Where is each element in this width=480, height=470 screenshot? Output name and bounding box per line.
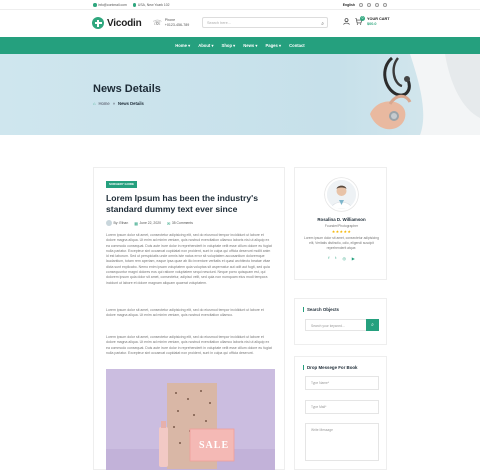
name-field-placeholder: Type Name* (311, 381, 330, 385)
top-bar-email[interactable]: info@contmail.com (93, 3, 127, 7)
author-avatar (325, 178, 358, 211)
top-bar-right: English (343, 2, 387, 7)
article-category-tag[interactable]: SURGERY GUIDE (106, 181, 138, 188)
article-date: ▦ June 22, 2020 (134, 221, 161, 226)
user-icon[interactable] (343, 18, 350, 27)
facebook-icon[interactable] (359, 2, 363, 7)
article-paragraph-2: Lorem ipsum dolor sit amet, consectetur … (106, 308, 264, 318)
author-avatar-small (106, 220, 112, 226)
header-search-input[interactable]: Search here... ⌕ (202, 17, 328, 28)
search-icon[interactable]: ⌕ (321, 21, 324, 27)
search-widget-title: Search Objects (303, 307, 339, 312)
author-name: Rosalina D. Williamson (317, 217, 366, 222)
top-bar-location: USA, New Yoark 102 (132, 3, 170, 7)
article-date-text: June 22, 2020 (139, 221, 161, 225)
site-header: Vicodin ☏ Phone +0123-456-789 Search her… (0, 10, 480, 37)
page-title: News Details (93, 83, 161, 95)
author-social-links: f t ◎ ▶ (295, 256, 388, 261)
article-author-name: By: Ethan (113, 221, 129, 225)
name-field[interactable]: Type Name* (305, 376, 379, 390)
article-image: SALE (106, 369, 275, 470)
nav-item-news[interactable]: News ▾ (243, 43, 257, 48)
instagram-icon[interactable] (375, 2, 379, 7)
breadcrumb: ⌂ Home » News Details (93, 101, 144, 106)
calendar-icon: ▦ (134, 220, 138, 226)
page-hero: News Details ⌂ Home » News Details (0, 54, 480, 135)
contact-widget: Drop Messege For Book Type Name* Type Ma… (294, 356, 387, 470)
message-field[interactable]: Write Message (305, 423, 379, 461)
article-image-sale-text: SALE (199, 440, 230, 451)
youtube-icon[interactable]: ▶ (352, 256, 355, 261)
twitter-icon[interactable]: t (335, 256, 336, 261)
search-icon: ⌕ (371, 322, 374, 328)
location-pin-icon (132, 3, 137, 7)
breadcrumb-current: News Details (118, 101, 144, 106)
top-bar-email-text: info@contmail.com (98, 3, 127, 7)
nav-item-pages[interactable]: Pages ▾ (266, 43, 282, 48)
twitter-icon[interactable] (367, 2, 371, 7)
site-logo[interactable]: Vicodin (92, 17, 142, 29)
top-bar-contact: info@contmail.com USA, New Yoark 102 (93, 3, 170, 7)
nav-item-contact[interactable]: Contact (289, 43, 305, 48)
facebook-icon[interactable]: f (328, 256, 329, 261)
article-meta: By: Ethan ▦ June 22, 2020 ✉ 35 Comments (106, 220, 193, 226)
author-role: Founder/Photographer (324, 224, 359, 228)
cart-count-badge: 0 (360, 16, 365, 21)
logo-text: Vicodin (107, 17, 142, 29)
comment-icon: ✉ (166, 220, 171, 226)
cart-summary[interactable]: YOUR CART $00.0 (367, 17, 390, 27)
article-title: Lorem Ipsum has been the industry's stan… (106, 193, 258, 214)
message-field-placeholder: Write Message (311, 428, 333, 432)
top-bar: info@contmail.com USA, New Yoark 102 Eng… (0, 0, 480, 10)
nav-item-about[interactable]: About ▾ (198, 43, 213, 48)
main-nav: Home ▾ About ▾ Shop ▾ News ▾ Pages ▾ Con… (0, 37, 480, 54)
nav-item-shop[interactable]: Shop ▾ (222, 43, 236, 48)
contact-widget-title: Drop Messege For Book (303, 365, 358, 370)
top-bar-location-text: USA, New Yoark 102 (137, 3, 170, 7)
medical-cross-icon (92, 17, 104, 29)
language-selector[interactable]: English (343, 3, 355, 7)
sidebar-search-input[interactable]: Search your keyword... (305, 319, 367, 331)
phone-number[interactable]: +0123-456-789 (165, 23, 189, 28)
home-icon: ⌂ (93, 101, 96, 106)
mail-icon (93, 3, 97, 7)
email-field-placeholder: Type Mail* (311, 405, 327, 409)
cosmetics-product-image (106, 369, 275, 470)
instagram-icon[interactable]: ◎ (342, 256, 345, 261)
phone-icon: ☏ (153, 19, 162, 27)
nav-item-home[interactable]: Home ▾ (175, 43, 190, 48)
article-comments-text: 35 Comments (171, 221, 193, 225)
author-widget: Rosalina D. Williamson Founder/Photograp… (294, 167, 387, 280)
news-article: SURGERY GUIDE Lorem Ipsum has been the i… (93, 167, 285, 470)
cart-total: $00.0 (367, 22, 377, 26)
article-author[interactable]: By: Ethan (106, 220, 128, 226)
author-rating-stars: ★★★★★ (331, 229, 352, 234)
header-search-placeholder: Search here... (207, 21, 231, 25)
header-phone: ☏ Phone +0123-456-789 (153, 18, 189, 27)
article-paragraph-3: Lorem ipsum dolor sit amet, consectetur … (106, 335, 272, 355)
article-paragraph-1: Lorem ipsum dolor sit amet, consectetur … (106, 233, 272, 285)
youtube-icon[interactable] (383, 2, 387, 7)
sidebar-search-button[interactable]: ⌕ (366, 319, 379, 331)
doctor-stethoscope-image (370, 54, 480, 135)
author-bio: Lorem ipsum dolor sit amet, consectetur … (304, 236, 379, 250)
article-comments[interactable]: ✉ 35 Comments (167, 221, 193, 226)
email-field[interactable]: Type Mail* (305, 400, 379, 414)
sidebar-search-placeholder: Search your keyword... (311, 324, 345, 328)
breadcrumb-home[interactable]: Home (99, 101, 110, 106)
breadcrumb-separator: » (112, 101, 116, 106)
search-widget: Search Objects Search your keyword... ⌕ (294, 298, 387, 345)
